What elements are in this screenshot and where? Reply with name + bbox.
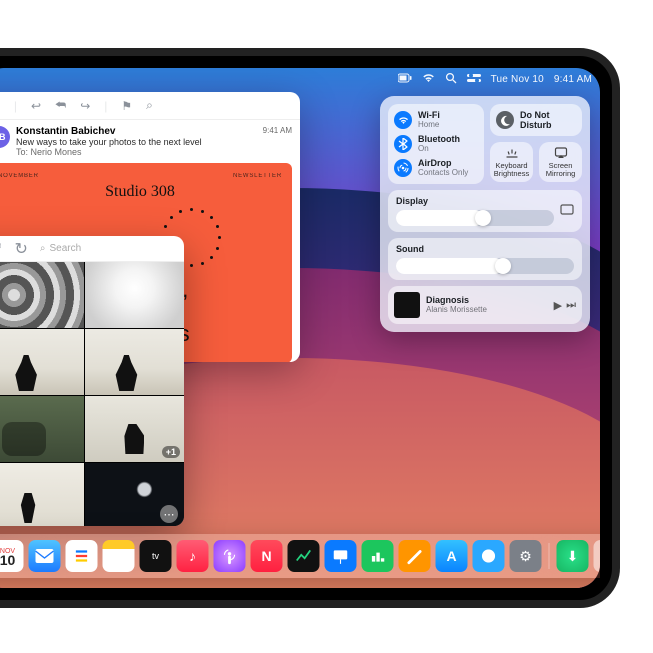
search-icon[interactable]: ⌕ bbox=[146, 98, 153, 113]
calendar-app[interactable]: NOV10 bbox=[0, 540, 24, 572]
trash[interactable]: 🗑 bbox=[594, 540, 601, 572]
do-not-disturb-toggle[interactable]: Do Not Disturb bbox=[490, 104, 582, 136]
mail-to: To: Nerio Mones bbox=[16, 147, 257, 157]
notes-app[interactable] bbox=[103, 540, 135, 572]
stocks-app[interactable] bbox=[288, 540, 320, 572]
reminders-app[interactable] bbox=[66, 540, 98, 572]
dock: NOV10 tv ♪ N A ⚙ ⬇ 🗑 bbox=[0, 534, 600, 578]
search-icon[interactable] bbox=[445, 72, 457, 87]
control-center: Wi-FiHome BluetoothOn AirDropContacts On… bbox=[380, 96, 590, 332]
photo-thumbnail[interactable] bbox=[0, 396, 84, 462]
app-store-app[interactable]: A bbox=[436, 540, 468, 572]
photo-thumbnail[interactable] bbox=[85, 329, 184, 395]
mail-from: Konstantin Babichev bbox=[16, 126, 257, 137]
photos-search[interactable]: ⌕ Search bbox=[40, 243, 176, 254]
album-art bbox=[394, 292, 420, 318]
sound-tile: Sound 🔊 bbox=[388, 238, 582, 280]
reply-icon[interactable]: ↩ bbox=[31, 99, 41, 113]
wifi-icon[interactable] bbox=[422, 73, 435, 86]
music-app[interactable]: ♪ bbox=[177, 540, 209, 572]
desktop: Tue Nov 10 9:41 AM Wi-FiHome BluetoothOn bbox=[0, 68, 600, 588]
display-brightness-slider[interactable]: ☀ bbox=[396, 210, 554, 226]
menubar-date[interactable]: Tue Nov 10 bbox=[491, 74, 544, 85]
mail-app[interactable] bbox=[29, 540, 61, 572]
more-icon[interactable]: ⋯ bbox=[160, 505, 178, 523]
favorite-icon[interactable]: ♡ bbox=[0, 239, 3, 259]
system-preferences-app[interactable]: ⚙ bbox=[510, 540, 542, 572]
wifi-icon bbox=[394, 111, 412, 129]
battery-icon[interactable] bbox=[398, 73, 412, 86]
sound-volume-slider[interactable]: 🔊 bbox=[396, 258, 574, 274]
photos-toolbar: ‹ ⊕ ⓘ ⇧ ♡ ↻ ⌕ Search bbox=[0, 236, 184, 262]
airdrop-icon bbox=[394, 159, 412, 177]
macbook-frame: Tue Nov 10 9:41 AM Wi-FiHome BluetoothOn bbox=[0, 48, 620, 608]
play-button[interactable]: ▶ bbox=[554, 299, 562, 312]
forward-icon[interactable]: ↪ bbox=[80, 99, 90, 113]
control-center-icon[interactable] bbox=[467, 73, 481, 86]
photo-thumbnail[interactable] bbox=[0, 329, 84, 395]
mail-time: 9:41 AM bbox=[263, 126, 292, 135]
airdrop-toggle[interactable]: AirDropContacts Only bbox=[394, 158, 478, 178]
photo-thumbnail[interactable]: ⋯ bbox=[85, 463, 184, 526]
podcasts-app[interactable] bbox=[214, 540, 246, 572]
menubar-time[interactable]: 9:41 AM bbox=[554, 74, 592, 85]
news-app[interactable]: N bbox=[251, 540, 283, 572]
mail-toolbar: ▭ ✎ 🗀 | 🗑 ⊘ | ↩ ⮪ ↪ | ⚑ ⌕ bbox=[0, 92, 300, 120]
photo-thumbnail[interactable] bbox=[0, 262, 84, 328]
screen-mirroring-icon bbox=[554, 146, 568, 160]
dock-separator bbox=[549, 543, 550, 569]
display-tile: Display ☀ bbox=[388, 190, 582, 232]
reply-all-icon[interactable]: ⮪ bbox=[55, 98, 66, 113]
moon-icon bbox=[496, 111, 514, 129]
connectivity-tile: Wi-FiHome BluetoothOn AirDropContacts On… bbox=[388, 104, 484, 184]
keyboard-brightness-icon bbox=[505, 146, 519, 160]
photos-grid: ⋯ +1 ⋯ bbox=[0, 262, 184, 526]
photo-thumbnail[interactable] bbox=[0, 463, 84, 526]
avatar: KB bbox=[0, 126, 10, 148]
more-count-badge: +1 bbox=[162, 446, 180, 458]
menu-bar: Tue Nov 10 9:41 AM bbox=[0, 68, 600, 90]
now-playing-tile[interactable]: Diagnosis Alanis Morissette ▶ ⏭ bbox=[388, 286, 582, 324]
pages-app[interactable] bbox=[399, 540, 431, 572]
wifi-toggle[interactable]: Wi-FiHome bbox=[394, 110, 478, 130]
next-track-button[interactable]: ⏭ bbox=[566, 299, 576, 312]
keyboard-brightness-button[interactable]: Keyboard Brightness bbox=[490, 142, 533, 182]
photos-window: ‹ ⊕ ⓘ ⇧ ♡ ↻ ⌕ Search ⋯ +1 bbox=[0, 236, 184, 526]
safari-app[interactable] bbox=[473, 540, 505, 572]
display-expand-button[interactable] bbox=[560, 204, 574, 219]
photo-thumbnail[interactable]: +1 bbox=[85, 396, 184, 462]
numbers-app[interactable] bbox=[362, 540, 394, 572]
mail-subject: New ways to take your photos to the next… bbox=[16, 137, 257, 147]
photo-thumbnail[interactable] bbox=[85, 262, 184, 328]
screen-mirroring-button[interactable]: Screen Mirroring bbox=[539, 142, 582, 182]
bluetooth-toggle[interactable]: BluetoothOn bbox=[394, 134, 478, 154]
bluetooth-icon bbox=[394, 135, 412, 153]
flag-icon[interactable]: ⚑ bbox=[121, 99, 132, 113]
downloads-stack[interactable]: ⬇ bbox=[557, 540, 589, 572]
tv-app[interactable]: tv bbox=[140, 540, 172, 572]
keynote-app[interactable] bbox=[325, 540, 357, 572]
rotate-icon[interactable]: ↻ bbox=[15, 239, 28, 259]
